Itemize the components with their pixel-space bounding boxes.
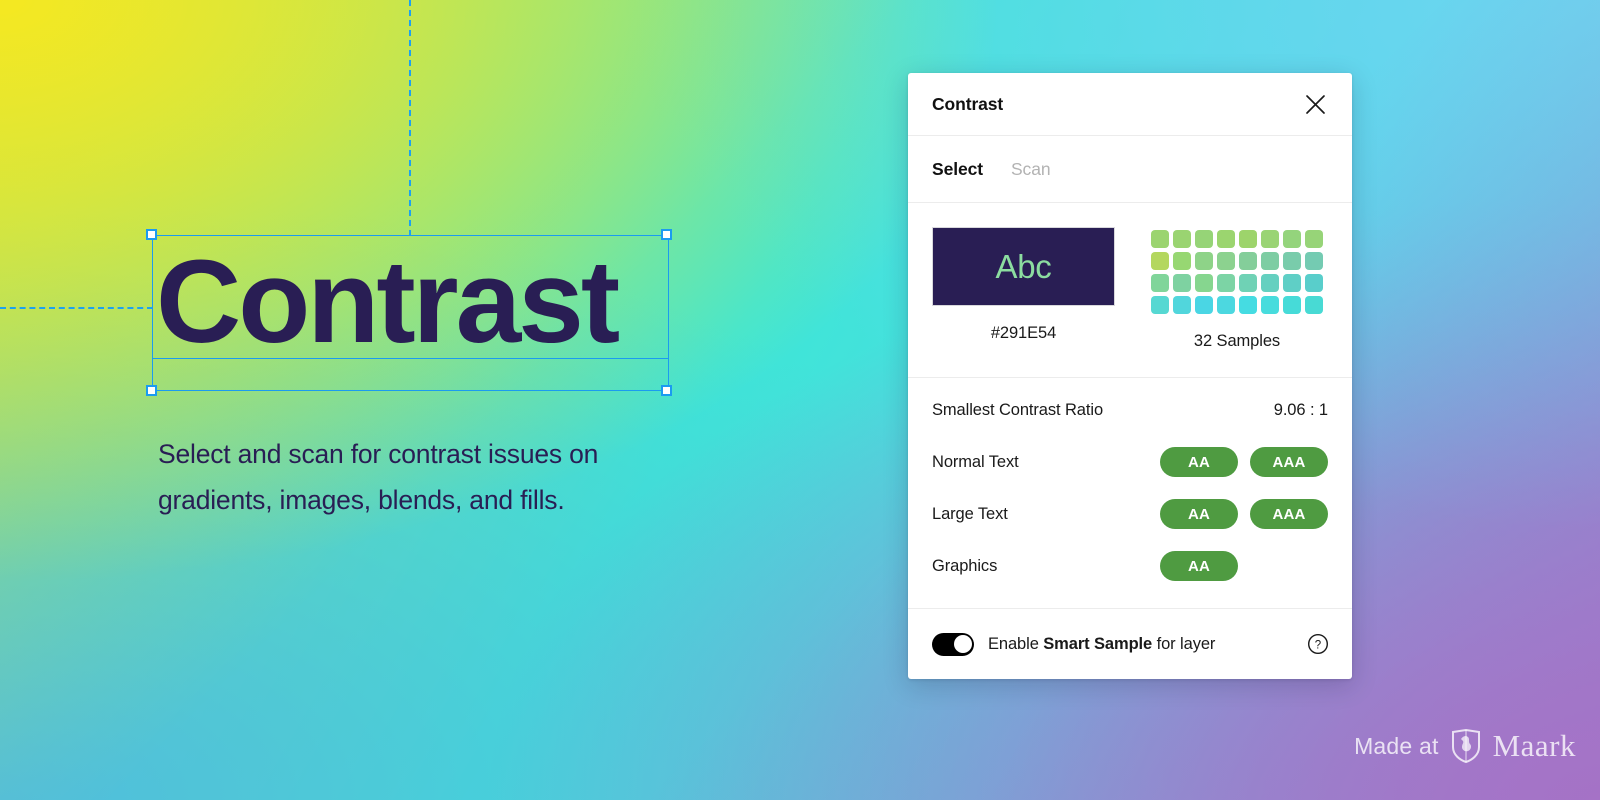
label-suffix: for layer [1152,634,1216,653]
sample-swatch [1195,296,1213,314]
watermark-made-at: Made at [1354,732,1439,759]
sample-swatch [1305,296,1323,314]
result-value: 9.06 : 1 [1273,400,1328,419]
results-section: Smallest Contrast Ratio 9.06 : 1 Normal … [908,378,1352,609]
watermark-brand: Maark [1492,728,1576,763]
panel-footer: Enable Smart Sample for layer ? [908,609,1352,679]
sample-swatch [1239,274,1257,292]
sample-swatch [1151,230,1169,248]
badges-graphics: AA [1160,551,1328,581]
sample-swatch [1173,252,1191,270]
swatch-column: Abc #291E54 [932,227,1115,343]
toggle-knob [953,635,972,653]
sample-swatch [1195,252,1213,270]
sample-swatch [1151,296,1169,314]
sample-swatch [1195,230,1213,248]
selection-handle-bottom-left[interactable] [146,385,157,396]
result-label: Normal Text [932,452,1019,471]
sample-swatch [1261,296,1279,314]
background-gradient [0,0,1600,800]
label-bold: Smart Sample [1043,634,1153,653]
badge-placeholder [1250,551,1328,581]
sample-swatch [1195,274,1213,292]
swatch-preview-text: Abc [995,247,1052,285]
swatch-hex-label: #291E54 [990,324,1057,342]
sample-swatch [1305,274,1323,292]
sample-swatch [1151,252,1169,270]
sample-swatch [1151,274,1169,292]
badge-aaa[interactable]: AAA [1250,447,1328,477]
sample-swatch [1217,252,1235,270]
contrast-plugin-panel: Contrast Select Scan Abc #291E54 32 Samp… [908,73,1352,679]
sample-section: Abc #291E54 32 Samples [908,203,1352,378]
tab-scan[interactable]: Scan [1011,159,1051,180]
result-row-smallest-contrast-ratio: Smallest Contrast Ratio 9.06 : 1 [932,384,1328,436]
shield-logo-icon [1451,729,1481,763]
svg-text:?: ? [1315,639,1321,651]
color-swatch-preview[interactable]: Abc [932,227,1115,306]
sample-swatch [1305,252,1323,270]
selection-handle-bottom-right[interactable] [661,385,672,396]
sample-swatch [1217,230,1235,248]
badge-aa[interactable]: AA [1160,499,1238,529]
sample-swatch [1261,252,1279,270]
result-label: Graphics [932,556,998,575]
result-row-large-text: Large Text AA AAA [932,488,1328,540]
sample-swatch [1261,274,1279,292]
badges-normal-text: AA AAA [1160,447,1328,477]
badge-aaa[interactable]: AAA [1250,499,1328,529]
selection-handle-top-right[interactable] [661,229,672,240]
sample-swatch [1305,230,1323,248]
background-gradient-overlay [0,0,1600,800]
panel-tabs: Select Scan [908,136,1352,203]
smart-sample-toggle[interactable] [932,632,974,656]
sample-swatch [1261,230,1279,248]
tab-select[interactable]: Select [932,159,983,180]
canvas-subtitle: Select and scan for contrast issues on g… [158,439,599,515]
help-circle-icon[interactable]: ? [1306,632,1330,656]
sample-swatch [1239,296,1257,314]
canvas-heading[interactable]: Contrast [156,243,620,361]
sample-swatch [1283,252,1301,270]
badge-aa[interactable]: AA [1160,447,1238,477]
sample-swatch [1217,296,1235,314]
result-row-normal-text: Normal Text AA AAA [932,436,1328,488]
samples-column: 32 Samples [1151,227,1323,351]
close-icon[interactable] [1299,88,1331,120]
sample-swatch [1173,296,1191,314]
result-label: Smallest Contrast Ratio [932,400,1104,419]
result-label: Large Text [932,504,1008,523]
sample-swatch [1239,230,1257,248]
guide-vertical [409,0,411,236]
smart-sample-label: Enable Smart Sample for layer [988,635,1292,654]
result-row-graphics: Graphics AA [932,540,1328,592]
badge-aa[interactable]: AA [1160,551,1238,581]
samples-grid[interactable] [1151,227,1323,314]
watermark: Made at Maark [1354,728,1576,764]
samples-count-label: 32 Samples [1193,332,1281,350]
sample-swatch [1283,274,1301,292]
sample-swatch [1239,252,1257,270]
sample-swatch [1173,230,1191,248]
sample-swatch [1217,274,1235,292]
sample-swatch [1283,230,1301,248]
sample-swatch [1173,274,1191,292]
sample-swatch [1283,296,1301,314]
badges-large-text: AA AAA [1160,499,1328,529]
guide-horizontal [0,307,153,309]
label-prefix: Enable [988,634,1044,653]
panel-header: Contrast [908,73,1352,136]
panel-title: Contrast [932,93,1004,114]
